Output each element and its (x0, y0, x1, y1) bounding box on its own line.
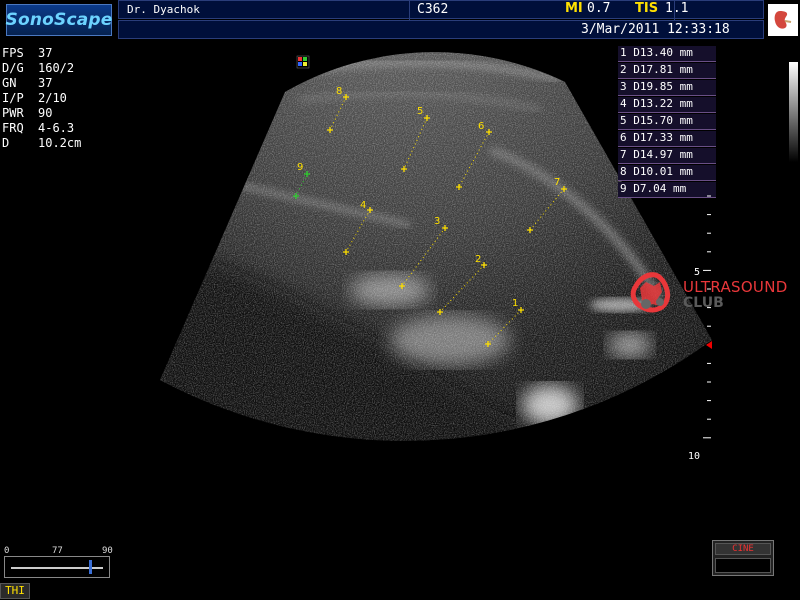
gain-scale-label: 77 (52, 546, 63, 556)
cine-label: CINE (715, 543, 771, 555)
ultrasound-club-logo-icon (630, 272, 671, 313)
focus-marker-icon[interactable] (706, 341, 712, 349)
thi-indicator[interactable]: THI (0, 583, 30, 599)
cine-panel[interactable]: CINE (712, 540, 774, 576)
cine-progress-box (715, 558, 771, 573)
gain-slider-thumb[interactable] (88, 560, 92, 574)
ultrasound-club-watermark: ULTRASOUND CLUB (626, 268, 798, 318)
gain-scale-label: 0 (4, 546, 10, 556)
watermark-subtitle: CLUB (683, 295, 724, 311)
gain-slider[interactable] (4, 556, 110, 578)
watermark-title: ULTRASOUND (683, 278, 788, 296)
gain-scale-label: 90 (102, 546, 113, 556)
depth-label-10: 10 (688, 451, 701, 462)
